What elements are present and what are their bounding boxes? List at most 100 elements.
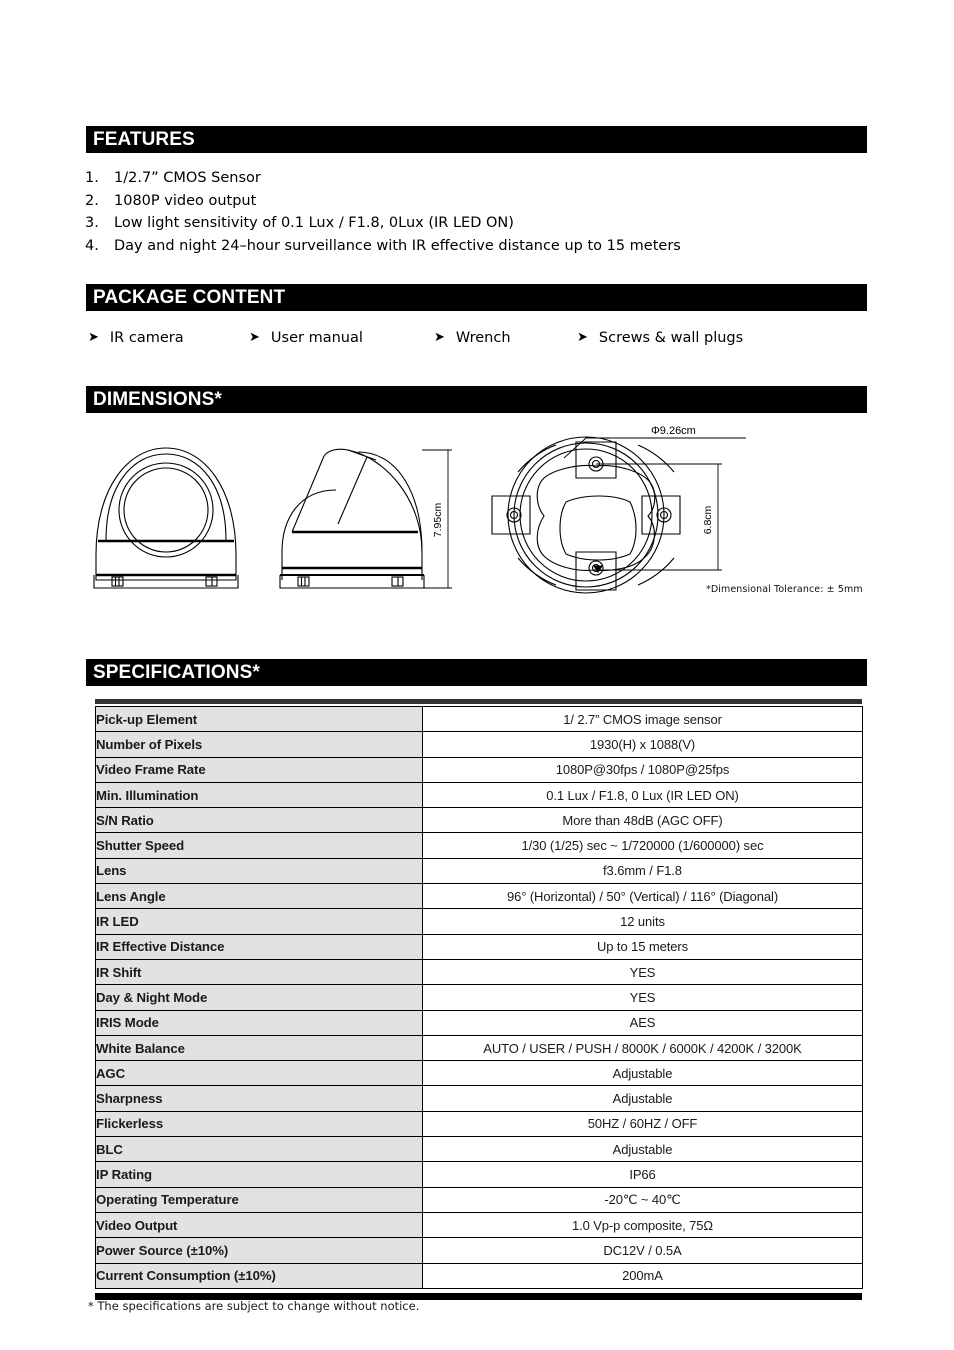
- table-row: IRIS Mode AES: [95, 1009, 863, 1036]
- spec-value-cell: IP66: [422, 1161, 863, 1188]
- spec-value-cell: 50HZ / 60HZ / OFF: [422, 1110, 863, 1138]
- document-page: FEATURES 1. 1/2.7” CMOS Sensor 2. 1080P …: [0, 0, 954, 1350]
- dimensional-tolerance-note: *Dimensional Tolerance: ± 5mm: [706, 584, 863, 595]
- depth-dimension-label: 6.8cm: [702, 505, 714, 534]
- table-row: AGC Adjustable: [95, 1060, 863, 1087]
- spec-value-cell: AES: [422, 1009, 863, 1036]
- spec-label-cell: Day & Night Mode: [95, 984, 423, 1011]
- table-top-rule: [95, 699, 862, 706]
- table-row: IR LED 12 units: [95, 908, 863, 935]
- table-row: Flickerless 50HZ / 60HZ / OFF: [95, 1110, 863, 1138]
- footnote-text: * The specifications are subject to chan…: [88, 1299, 420, 1313]
- package-item: ➤ IR camera: [88, 330, 249, 346]
- table-row: White Balance AUTO / USER / PUSH / 8000K …: [95, 1034, 863, 1062]
- spec-label-cell: Power Source (±10%): [95, 1237, 423, 1264]
- table-row: Lens f3.6mm / F1.8: [95, 857, 863, 885]
- features-list: 1. 1/2.7” CMOS Sensor 2. 1080P video out…: [82, 167, 872, 257]
- table-row: IR Effective Distance Up to 15 meters: [95, 933, 863, 960]
- feature-item: 4. Day and night 24–hour surveillance wi…: [82, 235, 872, 258]
- specifications-table: Pick-up Element 1/ 2.7” CMOS image sensor…: [95, 705, 863, 1289]
- spec-value-cell: 200mA: [422, 1262, 863, 1289]
- spec-label-cell: Number of Pixels: [95, 731, 423, 758]
- section-header-dimensions: DIMENSIONS*: [86, 386, 867, 413]
- feature-number: 1.: [85, 170, 99, 186]
- spec-value-cell: f3.6mm / F1.8: [422, 857, 863, 885]
- table-row: S/N Ratio More than 48dB (AGC OFF): [95, 807, 863, 834]
- spec-label-cell: Operating Temperature: [95, 1186, 423, 1213]
- spec-label-cell: Min. Illumination: [95, 781, 423, 809]
- section-header-features: FEATURES: [86, 126, 867, 153]
- table-row: Pick-up Element 1/ 2.7” CMOS image sensor: [95, 705, 863, 733]
- feature-number: 3.: [85, 215, 99, 232]
- table-row: Sharpness Adjustable: [95, 1085, 863, 1112]
- spec-label-cell: IR Shift: [95, 958, 423, 986]
- feature-item: 2. 1080P video output: [82, 190, 872, 213]
- table-row: IP Rating IP66: [95, 1161, 863, 1188]
- package-content-list: ➤ IR camera ➤ User manual ➤ Wrench ➤ Scr…: [88, 330, 868, 346]
- spec-label-cell: IR LED: [95, 908, 423, 935]
- feature-text: 1/2.7” CMOS Sensor: [114, 170, 261, 186]
- spec-value-cell: 96° (Horizontal) / 50° (Vertical) / 116°…: [422, 883, 863, 910]
- feature-item: 1. 1/2.7” CMOS Sensor: [82, 167, 872, 190]
- diameter-dimension-label: Φ9.26cm: [651, 425, 696, 437]
- section-title-features: FEATURES: [93, 129, 195, 150]
- spec-label-cell: Current Consumption (±10%): [95, 1262, 423, 1289]
- specifications-table-wrapper: Pick-up Element 1/ 2.7” CMOS image sensor…: [95, 699, 863, 1300]
- spec-value-cell: 1.0 Vp-p composite, 75Ω: [422, 1211, 863, 1239]
- side-view-drawing: [279, 448, 425, 589]
- table-row: Shutter Speed 1/30 (1/25) sec ~ 1/720000 …: [95, 832, 863, 859]
- spec-label-cell: AGC: [95, 1060, 423, 1087]
- arrow-bullet-icon: ➤: [577, 330, 588, 345]
- arrow-bullet-icon: ➤: [434, 330, 445, 345]
- feature-text: Low light sensitivity of 0.1 Lux / F1.8,…: [114, 215, 514, 232]
- spec-label-cell: IP Rating: [95, 1161, 423, 1188]
- spec-label-cell: Pick-up Element: [95, 705, 423, 733]
- table-row: Day & Night Mode YES: [95, 984, 863, 1011]
- spec-label-cell: Shutter Speed: [95, 832, 423, 859]
- spec-label-cell: BLC: [95, 1136, 423, 1163]
- table-row: Min. Illumination 0.1 Lux / F1.8, 0 Lux (…: [95, 781, 863, 809]
- feature-item: 3. Low light sensitivity of 0.1 Lux / F1…: [82, 212, 872, 235]
- table-row: BLC Adjustable: [95, 1136, 863, 1163]
- front-view-drawing: [93, 447, 239, 589]
- arrow-bullet-icon: ➤: [249, 330, 260, 345]
- feature-number: 4.: [85, 237, 99, 254]
- package-item-label: IR camera: [109, 330, 184, 346]
- spec-label-cell: Video Output: [95, 1211, 423, 1239]
- package-item-label: Screws & wall plugs: [598, 330, 744, 346]
- package-item: ➤ Screws & wall plugs: [577, 330, 797, 346]
- package-item: ➤ Wrench: [434, 330, 577, 346]
- spec-value-cell: 12 units: [422, 908, 863, 935]
- spec-value-cell: YES: [422, 958, 863, 986]
- spec-label-cell: Sharpness: [95, 1085, 423, 1112]
- spec-value-cell: 1930(H) x 1088(V): [422, 731, 863, 758]
- spec-value-cell: AUTO / USER / PUSH / 8000K / 6000K / 420…: [422, 1034, 863, 1062]
- spec-value-cell: -20℃ ~ 40℃: [422, 1186, 863, 1213]
- spec-label-cell: Lens: [95, 857, 423, 885]
- section-title-dimensions: DIMENSIONS*: [93, 389, 222, 410]
- spec-label-cell: Video Frame Rate: [95, 756, 423, 783]
- spec-value-cell: Adjustable: [422, 1085, 863, 1112]
- package-item: ➤ User manual: [249, 330, 434, 346]
- height-dimension-label: 7.95cm: [432, 503, 444, 538]
- spec-label-cell: White Balance: [95, 1034, 423, 1062]
- section-header-package-content: PACKAGE CONTENT: [86, 284, 867, 311]
- section-header-specifications: SPECIFICATIONS*: [86, 659, 867, 686]
- spec-label-cell: Lens Angle: [95, 883, 423, 910]
- table-row: Video Output 1.0 Vp-p composite, 75Ω: [95, 1211, 863, 1239]
- table-row: Operating Temperature -20℃ ~ 40℃: [95, 1186, 863, 1213]
- section-title-package-content: PACKAGE CONTENT: [93, 287, 286, 308]
- spec-value-cell: Adjustable: [422, 1136, 863, 1163]
- package-item-label: User manual: [270, 330, 363, 346]
- spec-label-cell: S/N Ratio: [95, 807, 423, 834]
- spec-value-cell: DC12V / 0.5A: [422, 1237, 863, 1264]
- package-item-label: Wrench: [455, 330, 511, 346]
- table-row: IR Shift YES: [95, 958, 863, 986]
- spec-value-cell: 0.1 Lux / F1.8, 0 Lux (IR LED ON): [422, 781, 863, 809]
- spec-label-cell: Flickerless: [95, 1110, 423, 1138]
- table-row: Power Source (±10%) DC12V / 0.5A: [95, 1237, 863, 1264]
- spec-value-cell: 1/30 (1/25) sec ~ 1/720000 (1/600000) se…: [422, 832, 863, 859]
- feature-text: 1080P video output: [114, 192, 257, 209]
- table-row: Lens Angle 96° (Horizontal) / 50° (Vertic…: [95, 883, 863, 910]
- table-row: Current Consumption (±10%) 200mA: [95, 1262, 863, 1289]
